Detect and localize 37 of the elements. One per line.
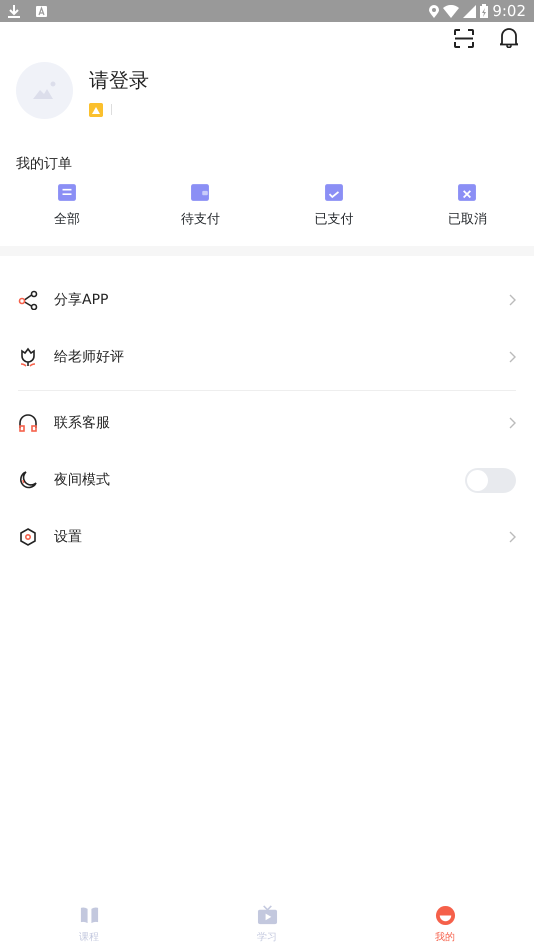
menu-label[interactable]: 夜间模式 [54, 470, 449, 490]
signal-icon [463, 4, 476, 18]
chevron-right-icon[interactable] [509, 531, 516, 543]
chevron-right-icon[interactable] [509, 294, 516, 306]
keyboard-icon [36, 6, 47, 16]
chevron-right-icon[interactable] [509, 351, 516, 363]
download-icon [8, 4, 20, 18]
section-title: 我的订单 [16, 156, 72, 172]
wifi-icon [443, 4, 460, 18]
order-icon [191, 183, 210, 202]
menu-label[interactable]: 给老师好评 [54, 346, 493, 368]
order-icon [324, 183, 343, 202]
flower-icon [18, 347, 38, 367]
book-icon [78, 905, 100, 926]
order-icon [458, 183, 476, 202]
bell-icon[interactable] [500, 28, 518, 48]
moon-icon [18, 470, 38, 490]
headphones-icon [18, 413, 38, 433]
smile-icon [434, 905, 456, 926]
settings-icon [18, 527, 38, 547]
order-filter-button[interactable]: 待支付 [180, 183, 220, 230]
scan-icon[interactable] [454, 28, 474, 48]
share-icon [18, 290, 38, 310]
tv-icon [256, 905, 278, 926]
location-icon [429, 4, 440, 18]
order-icon [58, 183, 76, 202]
menu-label[interactable]: 分享APP [54, 290, 493, 310]
battery-icon [480, 4, 488, 18]
menu-label[interactable]: 设置 [54, 526, 493, 548]
login-prompt[interactable]: 请登录 [89, 64, 149, 94]
order-filter-button[interactable]: 全部 [54, 183, 80, 230]
menu-label[interactable]: 联系客服 [54, 412, 493, 434]
order-filter-button[interactable]: 已支付 [314, 183, 354, 230]
chevron-right-icon[interactable] [509, 417, 516, 429]
order-filter-button[interactable]: 已取消 [448, 183, 487, 230]
vip-icon [89, 102, 103, 116]
clock-time: 9:02 [492, 0, 526, 22]
